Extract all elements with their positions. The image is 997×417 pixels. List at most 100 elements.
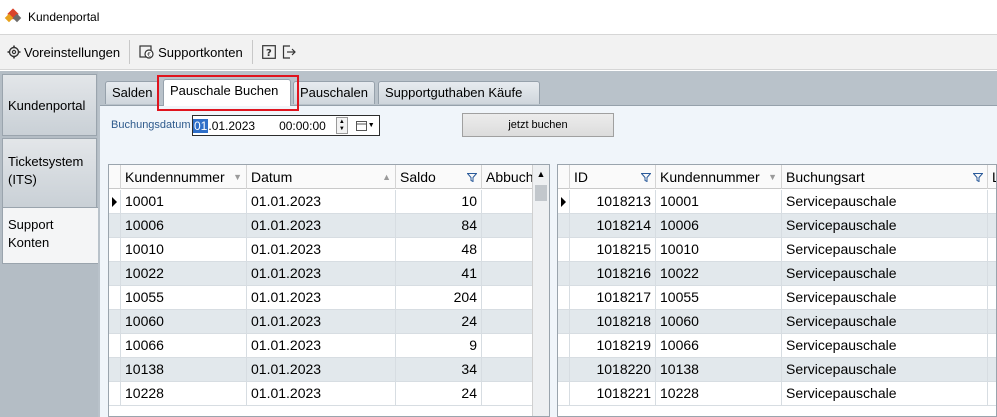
table-cell[interactable]: 1018217 — [570, 286, 656, 309]
help-button[interactable]: ? — [259, 39, 279, 65]
tab-salden[interactable]: Salden — [105, 81, 159, 104]
table-cell[interactable] — [482, 286, 534, 309]
tab-pauschale-buchen[interactable]: Pauschale Buchen — [163, 79, 291, 106]
table-cell[interactable]: Servicepauschale — [782, 238, 988, 261]
table-cell[interactable]: 01.01.2023 — [247, 310, 396, 333]
table-row[interactable]: 1018219 10066 Servicepauschale — [558, 334, 996, 358]
table-cell[interactable]: 01.01.2023 — [247, 262, 396, 285]
table-cell[interactable] — [482, 358, 534, 381]
row-selector[interactable] — [109, 190, 121, 213]
table-cell[interactable]: 01.01.2023 — [247, 382, 396, 405]
table-cell[interactable]: Servicepauschale — [782, 262, 988, 285]
table-cell[interactable] — [482, 382, 534, 405]
table-cell[interactable]: Servicepauschale — [782, 382, 988, 405]
vertical-scrollbar[interactable]: ▲ — [532, 165, 549, 416]
table-cell[interactable]: Servicepauschale — [782, 358, 988, 381]
table-cell[interactable]: 10001 — [121, 190, 247, 213]
row-selector[interactable] — [558, 382, 570, 405]
table-cell[interactable]: 10055 — [656, 286, 782, 309]
table-cell[interactable] — [482, 238, 534, 261]
table-cell[interactable] — [482, 190, 534, 213]
tab-pauschalen[interactable]: Pauschalen — [293, 81, 375, 104]
table-row[interactable]: 10138 01.01.2023 34 — [109, 358, 549, 382]
table-cell[interactable]: 1018213 — [570, 190, 656, 213]
column-header-buchungsart[interactable]: Buchungsart — [782, 165, 988, 189]
table-cell[interactable]: 10010 — [656, 238, 782, 261]
table-cell[interactable]: 10228 — [121, 382, 247, 405]
table-cell[interactable]: 10 — [396, 190, 482, 213]
table-cell[interactable]: Servicepauschale — [782, 334, 988, 357]
table-row[interactable]: 1018216 10022 Servicepauschale — [558, 262, 996, 286]
column-header-id[interactable]: ID — [570, 165, 656, 189]
row-selector[interactable] — [558, 358, 570, 381]
table-cell[interactable]: 10066 — [656, 334, 782, 357]
table-cell[interactable]: 24 — [396, 382, 482, 405]
table-cell[interactable]: Servicepauschale — [782, 286, 988, 309]
table-cell[interactable]: 1018215 — [570, 238, 656, 261]
table-row[interactable]: 1018213 10001 Servicepauschale — [558, 190, 996, 214]
table-cell[interactable]: 84 — [396, 214, 482, 237]
table-row[interactable]: 10228 01.01.2023 24 — [109, 382, 549, 406]
table-cell[interactable]: 1018219 — [570, 334, 656, 357]
table-cell[interactable]: 10228 — [656, 382, 782, 405]
table-row[interactable]: 10066 01.01.2023 9 — [109, 334, 549, 358]
tab-supportguthaben-kaeufe[interactable]: Supportguthaben Käufe — [378, 81, 540, 104]
row-selector[interactable] — [109, 286, 121, 309]
scroll-up-icon[interactable]: ▲ — [533, 165, 549, 182]
table-cell[interactable]: Servicepauschale — [782, 214, 988, 237]
table-cell[interactable]: 01.01.2023 — [247, 190, 396, 213]
table-cell[interactable]: 1018220 — [570, 358, 656, 381]
table-cell[interactable]: 10006 — [656, 214, 782, 237]
table-cell[interactable]: 10006 — [121, 214, 247, 237]
table-row[interactable]: 1018217 10055 Servicepauschale — [558, 286, 996, 310]
row-selector[interactable] — [558, 310, 570, 333]
row-selector[interactable] — [109, 214, 121, 237]
row-selector[interactable] — [558, 214, 570, 237]
table-cell[interactable] — [482, 334, 534, 357]
row-selector[interactable] — [109, 334, 121, 357]
table-cell[interactable]: 10001 — [656, 190, 782, 213]
table-cell[interactable]: 1018218 — [570, 310, 656, 333]
calendar-dropdown[interactable]: ▼ — [355, 120, 375, 131]
table-cell[interactable]: 01.01.2023 — [247, 238, 396, 261]
table-cell[interactable] — [482, 310, 534, 333]
row-selector[interactable] — [558, 238, 570, 261]
scroll-thumb[interactable] — [535, 185, 547, 201]
table-cell[interactable]: 01.01.2023 — [247, 334, 396, 357]
table-cell[interactable]: 10060 — [656, 310, 782, 333]
nav-item-kundenportal[interactable]: Kundenportal — [2, 74, 97, 136]
table-cell[interactable] — [482, 214, 534, 237]
table-cell[interactable]: 01.01.2023 — [247, 214, 396, 237]
table-row[interactable]: 10010 01.01.2023 48 — [109, 238, 549, 262]
table-cell[interactable]: 1018221 — [570, 382, 656, 405]
book-now-button[interactable]: jetzt buchen — [462, 113, 614, 137]
table-cell[interactable]: 01.01.2023 — [247, 358, 396, 381]
table-cell[interactable]: 10060 — [121, 310, 247, 333]
row-selector[interactable] — [558, 262, 570, 285]
row-selector[interactable] — [109, 262, 121, 285]
row-selector[interactable] — [558, 334, 570, 357]
settings-button[interactable]: Voreinstellungen — [4, 39, 123, 65]
row-selector[interactable] — [109, 310, 121, 333]
table-row[interactable]: 1018221 10228 Servicepauschale — [558, 382, 996, 406]
table-row[interactable]: 10006 01.01.2023 84 — [109, 214, 549, 238]
support-accounts-button[interactable]: € Supportkonten — [136, 39, 246, 65]
table-cell[interactable]: Servicepauschale — [782, 190, 988, 213]
column-header-datum[interactable]: Datum ▲ — [247, 165, 396, 189]
table-row[interactable]: 1018214 10006 Servicepauschale — [558, 214, 996, 238]
table-cell[interactable] — [482, 262, 534, 285]
table-cell[interactable]: 48 — [396, 238, 482, 261]
column-header-saldo[interactable]: Saldo — [396, 165, 482, 189]
table-row[interactable]: 10001 01.01.2023 10 — [109, 190, 549, 214]
table-cell[interactable]: 34 — [396, 358, 482, 381]
table-cell[interactable]: 9 — [396, 334, 482, 357]
table-cell[interactable]: 1018214 — [570, 214, 656, 237]
row-selector[interactable] — [109, 358, 121, 381]
table-cell[interactable]: 10138 — [121, 358, 247, 381]
date-spinner[interactable]: ▲ ▼ — [335, 117, 348, 134]
nav-item-support-konten[interactable]: Support Konten — [2, 207, 99, 264]
table-cell[interactable]: 1018216 — [570, 262, 656, 285]
booking-date-input[interactable]: 01 .01.2023 00:00:00 ▲ ▼ ▼ — [192, 115, 380, 136]
table-cell[interactable]: 10022 — [121, 262, 247, 285]
table-row[interactable]: 1018218 10060 Servicepauschale — [558, 310, 996, 334]
